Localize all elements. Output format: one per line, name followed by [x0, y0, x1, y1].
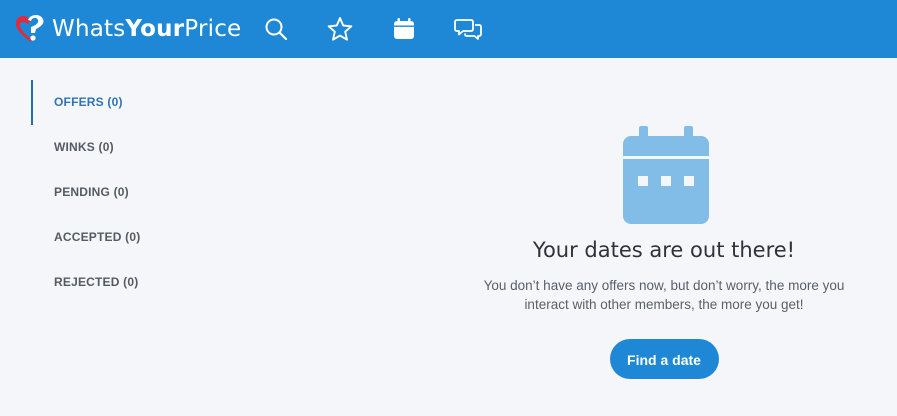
sidebar-item-pending[interactable]: PENDING (0)	[31, 170, 251, 215]
sidebar-item-winks[interactable]: WINKS (0)	[31, 125, 251, 170]
search-icon	[265, 18, 288, 41]
sidebar-item-accepted[interactable]: ACCEPTED (0)	[31, 215, 251, 260]
favorites-button[interactable]	[325, 14, 355, 44]
logo-text-your: Your	[125, 16, 185, 42]
sidebar-item-offers[interactable]: OFFERS (0)	[31, 80, 251, 125]
top-navigation-bar: WhatsYourPrice	[0, 0, 897, 58]
find-a-date-button[interactable]: Find a date	[609, 339, 719, 379]
calendar-icon	[394, 18, 414, 39]
logo-text-whats: Whats	[52, 16, 126, 42]
chat-icon	[454, 19, 482, 40]
logo-wordmark: WhatsYourPrice	[52, 16, 241, 42]
search-button[interactable]	[261, 14, 291, 44]
messages-button[interactable]	[453, 14, 483, 44]
empty-state-description: You don’t have any offers now, but don’t…	[483, 278, 845, 312]
empty-state: Your dates are out there! You don’t have…	[440, 126, 888, 379]
dates-button[interactable]	[389, 14, 419, 44]
heart-question-logo-icon	[15, 14, 44, 42]
logo-text-price: Price	[184, 16, 242, 42]
calendar-illustration-icon	[623, 126, 709, 224]
star-icon	[327, 17, 353, 41]
sidebar-item-rejected[interactable]: REJECTED (0)	[31, 260, 251, 305]
offers-sidebar: OFFERS (0) WINKS (0) PENDING (0) ACCEPTE…	[31, 80, 251, 305]
whatsyourprice-logo[interactable]: WhatsYourPrice	[14, 12, 241, 46]
empty-state-title: Your dates are out there!	[532, 238, 796, 262]
